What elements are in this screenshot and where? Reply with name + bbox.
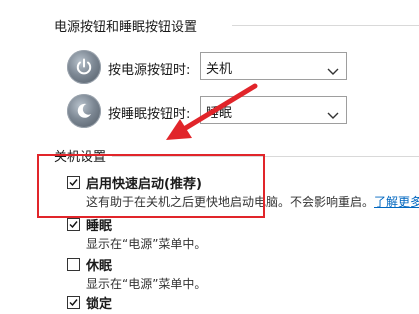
sleep-checkbox[interactable] [67,218,80,231]
hibernate-checkbox[interactable] [67,258,80,271]
chevron-down-icon [327,61,339,80]
power-button-action-value: 关机 [206,62,233,77]
power-options-window: 电源按钮和睡眠按钮设置 按电源按钮时: 关机 按睡眠按钮时: 睡眠 关机设置 启… [0,0,419,314]
sleep-button-action-select[interactable]: 睡眠 [200,96,347,124]
chevron-down-icon [327,105,339,124]
checkmark-icon [69,221,78,229]
sleep-option-description: 显示在“电源”菜单中。 [86,237,207,251]
learn-more-link[interactable]: 了解更多 [374,195,419,209]
section-divider [232,25,419,26]
power-button-row: 按电源按钮时: 关机 [67,50,419,86]
highlight-box [37,154,265,218]
section-title-power-buttons: 电源按钮和睡眠按钮设置 [54,20,198,35]
sleep-button-label: 按睡眠按钮时: [108,107,191,122]
hibernate-option-description: 显示在“电源”菜单中。 [86,277,207,291]
sleep-button-row: 按睡眠按钮时: 睡眠 [67,94,419,130]
checkmark-icon [69,299,78,307]
sleep-icon [67,94,101,128]
hibernate-option-label: 休眠 [86,259,113,274]
sleep-button-action-value: 睡眠 [206,106,233,121]
lock-option-label: 锁定 [86,297,113,312]
power-button-action-select[interactable]: 关机 [200,52,347,80]
lock-checkbox[interactable] [67,296,80,309]
power-button-label: 按电源按钮时: [108,63,191,78]
power-icon [67,50,101,84]
